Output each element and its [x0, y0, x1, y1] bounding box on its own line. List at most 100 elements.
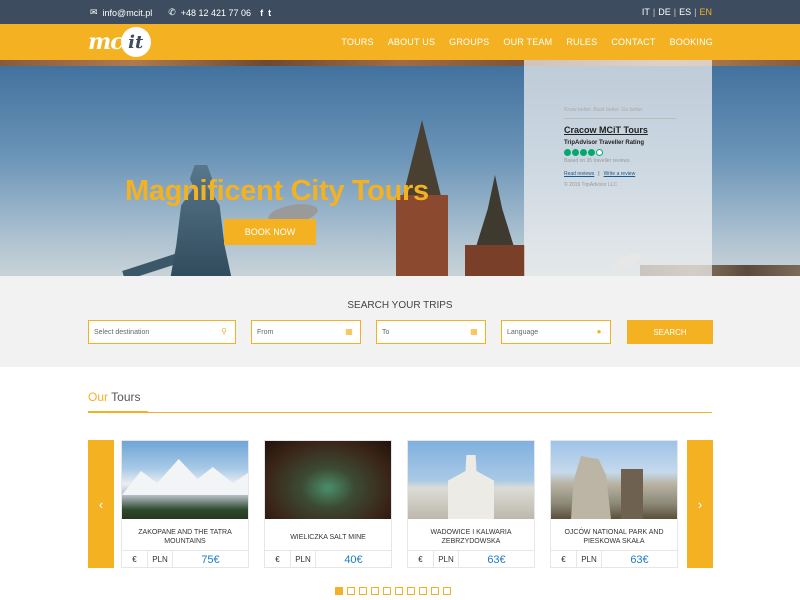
email-text: info@mcit.pl — [102, 7, 153, 18]
tour-card[interactable]: ZAKOPANE AND THE TATRA MOUNTAINS € PLN 7… — [121, 440, 249, 568]
tour-card[interactable]: WIELICZKA SALT MINE € PLN 40€ — [264, 440, 392, 568]
currency-eur-toggle[interactable]: € — [122, 551, 148, 568]
rating-bubble-icon — [596, 149, 603, 156]
carousel-prev-button[interactable]: ‹ — [88, 440, 114, 568]
from-date-input[interactable]: From ▦ — [251, 320, 361, 344]
lang-de[interactable]: DE — [658, 7, 671, 17]
nav-rules[interactable]: RULES — [566, 37, 597, 47]
social-links: f t — [260, 8, 271, 18]
main-menu: TOURS ABOUT US GROUPS OUR TEAM RULES CON… — [341, 37, 713, 47]
pagination-dot[interactable] — [335, 587, 343, 595]
nav-contact[interactable]: CONTACT — [611, 37, 655, 47]
review-links: Read reviews | Write a review — [564, 171, 635, 177]
pagination-dot[interactable] — [383, 587, 391, 595]
tripadvisor-tagline: Know better. Book better. Go better. — [564, 107, 644, 113]
calendar-icon: ▦ — [345, 327, 353, 336]
tour-name[interactable]: WADOWICE I KALWARIA ZEBRZYDOWSKA — [408, 525, 534, 549]
read-reviews-link[interactable]: Read reviews — [564, 171, 594, 177]
tours-title-bold: Tours — [111, 390, 141, 404]
pagination-dot[interactable] — [419, 587, 427, 595]
lang-separator: | — [652, 7, 656, 17]
lang-en[interactable]: EN — [699, 7, 712, 17]
tripadvisor-widget: Know better. Book better. Go better. Cra… — [524, 60, 712, 276]
search-button[interactable]: SEARCH — [627, 320, 713, 344]
nav-about-us[interactable]: ABOUT US — [388, 37, 435, 47]
currency-eur-toggle[interactable]: € — [551, 551, 577, 568]
rating-bubble-icon — [588, 149, 595, 156]
review-count: Based on 35 traveller reviews — [564, 158, 630, 164]
tour-name[interactable]: ZAKOPANE AND THE TATRA MOUNTAINS — [122, 525, 248, 549]
tour-image-wieliczka[interactable] — [265, 441, 391, 519]
facebook-icon[interactable]: f — [260, 8, 263, 18]
tour-image-wadowice[interactable] — [408, 441, 534, 519]
rock-formation — [571, 456, 611, 519]
tour-card[interactable]: OJCÓW NATIONAL PARK AND PIESKOWA SKAŁA €… — [550, 440, 678, 568]
price-row: € PLN 75€ — [122, 550, 248, 568]
rating-bubble-icon — [572, 149, 579, 156]
nav-groups[interactable]: GROUPS — [449, 37, 489, 47]
pagination-dot[interactable] — [395, 587, 403, 595]
pagination-dot[interactable] — [431, 587, 439, 595]
tour-name[interactable]: WIELICZKA SALT MINE — [265, 525, 391, 549]
lang-es[interactable]: ES — [679, 7, 691, 17]
rating-bubble-icon — [580, 149, 587, 156]
pagination-dot[interactable] — [359, 587, 367, 595]
email-link[interactable]: ✉ info@mcit.pl — [90, 7, 152, 18]
carousel-next-button[interactable]: › — [687, 440, 713, 568]
tours-title-light: Our — [88, 390, 109, 404]
tripadvisor-rating-label: TripAdvisor Traveller Rating — [564, 140, 645, 146]
nav-tours[interactable]: TOURS — [341, 37, 373, 47]
divider — [564, 118, 676, 119]
currency-eur-toggle[interactable]: € — [408, 551, 434, 568]
logo[interactable]: mc it — [88, 27, 152, 57]
calendar-icon: ▦ — [470, 327, 478, 336]
section-divider — [88, 411, 712, 413]
main-header: mc it TOURS ABOUT US GROUPS OUR TEAM RUL… — [0, 24, 800, 60]
language-select[interactable]: Language ● — [501, 320, 611, 344]
price-row: € PLN 63€ — [551, 550, 677, 568]
currency-pln-toggle[interactable]: PLN — [148, 551, 173, 568]
pagination-dot[interactable] — [443, 587, 451, 595]
search-section: SEARCH YOUR TRIPS Select destination ⚲ F… — [0, 276, 800, 367]
currency-pln-toggle[interactable]: PLN — [291, 551, 316, 568]
link-separator: | — [598, 171, 600, 177]
tour-card[interactable]: WADOWICE I KALWARIA ZEBRZYDOWSKA € PLN 6… — [407, 440, 535, 568]
price-row: € PLN 40€ — [265, 550, 391, 568]
tour-image-zakopane[interactable] — [122, 441, 248, 519]
destination-select[interactable]: Select destination ⚲ — [88, 320, 236, 344]
tripadvisor-business-name[interactable]: Cracow MCiT Tours — [564, 125, 648, 135]
rating-bubble-icon — [564, 149, 571, 156]
currency-eur-toggle[interactable]: € — [265, 551, 291, 568]
pagination-dot[interactable] — [371, 587, 379, 595]
pagination-dot[interactable] — [347, 587, 355, 595]
divider-accent — [88, 411, 148, 413]
pagination-dot[interactable] — [407, 587, 415, 595]
hero-title: Magnificent City Tours — [125, 175, 429, 207]
top-bar: ✉ info@mcit.pl ✆ +48 12 421 77 06 f t IT… — [0, 0, 800, 24]
church-spire — [475, 175, 515, 250]
globe-icon: ● — [596, 327, 602, 336]
tour-price: 63€ — [487, 553, 506, 566]
chevron-right-icon: › — [697, 496, 703, 512]
tours-section-title: Our Tours — [88, 390, 140, 404]
tour-image-ojcow[interactable] — [551, 441, 677, 519]
twitter-icon[interactable]: t — [268, 8, 271, 18]
tour-name[interactable]: OJCÓW NATIONAL PARK AND PIESKOWA SKAŁA — [551, 525, 677, 549]
write-review-link[interactable]: Write a review — [604, 171, 636, 177]
carousel-pagination — [335, 587, 451, 595]
currency-pln-toggle[interactable]: PLN — [577, 551, 602, 568]
tour-price: 40€ — [344, 553, 363, 566]
currency-pln-toggle[interactable]: PLN — [434, 551, 459, 568]
nav-booking[interactable]: BOOKING — [670, 37, 713, 47]
contact-info: ✉ info@mcit.pl ✆ +48 12 421 77 06 f t — [90, 7, 271, 18]
tripadvisor-copyright: © 2019 TripAdvisor LLC — [564, 182, 618, 188]
language-placeholder: Language — [507, 328, 539, 336]
nav-our-team[interactable]: OUR TEAM — [503, 37, 552, 47]
phone-link[interactable]: ✆ +48 12 421 77 06 f t — [168, 7, 271, 18]
to-date-input[interactable]: To ▦ — [376, 320, 486, 344]
lang-it[interactable]: IT — [642, 7, 650, 17]
map-pin-icon: ⚲ — [221, 327, 227, 336]
phone-text: +48 12 421 77 06 — [180, 7, 252, 18]
book-now-button[interactable]: BOOK NOW — [224, 219, 316, 245]
logo-text-mc: mc — [88, 29, 124, 55]
